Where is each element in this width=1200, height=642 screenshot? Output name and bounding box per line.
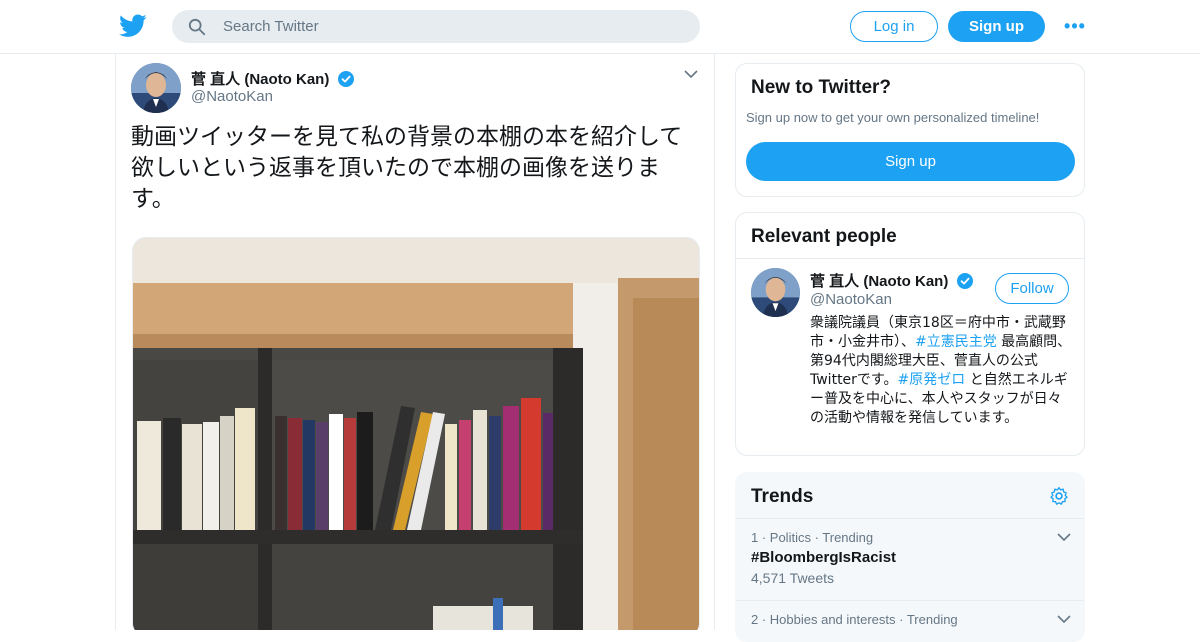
chevron-down-icon[interactable] (683, 68, 699, 80)
author-name-text[interactable]: 菅 直人 (Naoto Kan) (191, 71, 329, 88)
trend-item[interactable]: 2 · Hobbies and interests · Trending (751, 612, 1071, 627)
person-name[interactable]: 菅 直人 (Naoto Kan) (810, 270, 973, 291)
trend-name[interactable]: #BloombergIsRacist (751, 549, 1071, 566)
verified-badge-icon (956, 273, 973, 289)
trends-card: Trends 1 · Politics · Trending #Bloomber… (735, 472, 1085, 642)
new-to-twitter-subtitle: Sign up now to get your own personalized… (746, 110, 1040, 125)
tweet-card: 菅 直人 (Naoto Kan) @NaotoKan 動画ツイッターを見て私の背… (115, 54, 715, 630)
person-avatar[interactable] (751, 268, 800, 317)
author-avatar[interactable] (131, 63, 181, 113)
search-input[interactable]: Search Twitter (223, 18, 319, 35)
person-bio: 衆議院議員（東京18区＝府中市・武蔵野市・小金井市）、#立憲民主党 最高顧問、第… (810, 314, 1072, 428)
login-button[interactable]: Log in (850, 11, 938, 42)
trends-title: Trends (751, 486, 814, 507)
tweet-photo[interactable] (132, 237, 700, 630)
new-to-twitter-title: New to Twitter? (751, 77, 892, 98)
more-options-icon[interactable]: ••• (1064, 16, 1086, 36)
search-icon (188, 18, 206, 36)
person-name-text[interactable]: 菅 直人 (Naoto Kan) (810, 273, 948, 290)
divider (736, 600, 1084, 601)
tweet-text: 動画ツイッターを見て私の背景の本棚の本を紹介して欲しいという返事を頂いたので本棚… (131, 124, 683, 212)
trend-count: 4,571 Tweets (751, 570, 835, 586)
trend-meta: 2 · Hobbies and interests · Trending (751, 612, 958, 627)
relevant-people-title: Relevant people (751, 226, 897, 247)
divider (736, 518, 1084, 519)
follow-button[interactable]: Follow (995, 273, 1069, 304)
divider (736, 258, 1084, 259)
person-handle[interactable]: @NaotoKan (810, 291, 892, 308)
gear-icon[interactable] (1049, 486, 1069, 506)
verified-badge-icon (337, 71, 354, 87)
twitter-bird-icon[interactable] (119, 13, 147, 39)
top-navigation-bar: Search Twitter Log in Sign up ••• (0, 0, 1200, 54)
new-to-twitter-card: New to Twitter? Sign up now to get your … (735, 63, 1085, 197)
author-name[interactable]: 菅 直人 (Naoto Kan) (191, 68, 354, 89)
trend-item[interactable]: 1 · Politics · Trending #BloombergIsRaci… (751, 530, 1071, 586)
relevant-people-card: Relevant people 菅 直人 (Naoto Kan) @NaotoK… (735, 212, 1085, 456)
chevron-down-icon[interactable] (1057, 532, 1071, 542)
author-handle[interactable]: @NaotoKan (191, 88, 273, 105)
chevron-down-icon[interactable] (1057, 614, 1071, 624)
hashtag-link[interactable]: #原発ゼロ (898, 372, 966, 388)
hashtag-link[interactable]: #立憲民主党 (915, 334, 997, 350)
sidebar-signup-button[interactable]: Sign up (746, 142, 1075, 181)
trend-meta: 1 · Politics · Trending (751, 530, 874, 545)
signup-button[interactable]: Sign up (948, 11, 1045, 42)
search-bar[interactable]: Search Twitter (172, 10, 700, 43)
